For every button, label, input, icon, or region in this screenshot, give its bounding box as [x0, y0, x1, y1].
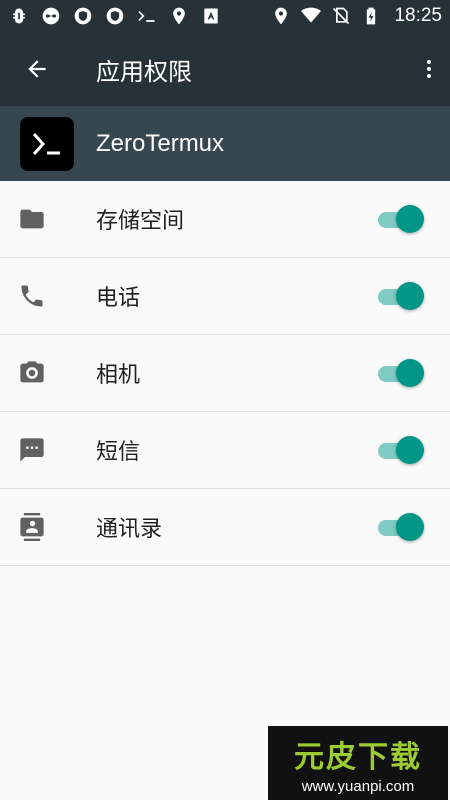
permission-item-contacts[interactable]: 通讯录 — [0, 489, 450, 566]
permission-item-storage[interactable]: 存储空间 — [0, 181, 450, 258]
more-vert-icon — [427, 60, 431, 78]
camera-icon — [0, 335, 64, 412]
status-bar: 18:25 — [0, 0, 450, 32]
back-button[interactable] — [0, 32, 74, 106]
clock: 18:25 — [394, 5, 442, 26]
permission-label: 存储空间 — [96, 209, 185, 234]
location-icon — [270, 5, 292, 27]
sms-toggle[interactable] — [378, 433, 424, 467]
arrow-back-icon — [28, 60, 46, 78]
more-options-button[interactable] — [408, 32, 450, 106]
permission-label: 相机 — [96, 363, 141, 388]
phone-toggle[interactable] — [378, 279, 424, 313]
permission-label: 短信 — [96, 440, 141, 465]
permission-list: 存储空间 电话 相机 短信 通讯录 — [0, 181, 450, 566]
phone-icon — [0, 258, 64, 335]
infinity-icon — [40, 5, 62, 27]
contacts-icon — [0, 489, 64, 566]
shield-icon — [72, 5, 94, 27]
location-icon — [168, 5, 190, 27]
permission-item-camera[interactable]: 相机 — [0, 335, 450, 412]
permission-item-phone[interactable]: 电话 — [0, 258, 450, 335]
contacts-toggle[interactable] — [378, 510, 424, 544]
shield-icon-2 — [104, 5, 126, 27]
app-icon — [20, 116, 74, 171]
permission-item-sms[interactable]: 短信 — [0, 412, 450, 489]
app-name: ZeroTermux — [96, 129, 225, 157]
bug-icon — [8, 5, 30, 27]
folder-icon — [0, 181, 64, 258]
toolbar: 应用权限 — [0, 32, 450, 106]
sms-icon — [0, 412, 64, 489]
watermark: 元皮下载 www.yuanpi.com — [268, 726, 448, 800]
watermark-title: 元皮下载 — [294, 739, 422, 775]
system-icons: 18:25 — [270, 5, 442, 27]
wifi-icon — [300, 5, 322, 27]
terminal-app-icon — [32, 132, 60, 155]
app-header: ZeroTermux — [0, 106, 450, 181]
battery-charging-icon — [360, 5, 382, 27]
camera-toggle[interactable] — [378, 356, 424, 390]
storage-toggle[interactable] — [378, 202, 424, 236]
permission-label: 电话 — [96, 286, 141, 311]
terminal-icon — [136, 5, 158, 27]
no-sim-icon — [330, 5, 352, 27]
watermark-url: www.yuanpi.com — [301, 777, 415, 795]
keyboard-icon — [200, 5, 222, 27]
permission-label: 通讯录 — [96, 517, 163, 542]
notification-icons — [8, 5, 222, 27]
page-title: 应用权限 — [96, 57, 192, 86]
